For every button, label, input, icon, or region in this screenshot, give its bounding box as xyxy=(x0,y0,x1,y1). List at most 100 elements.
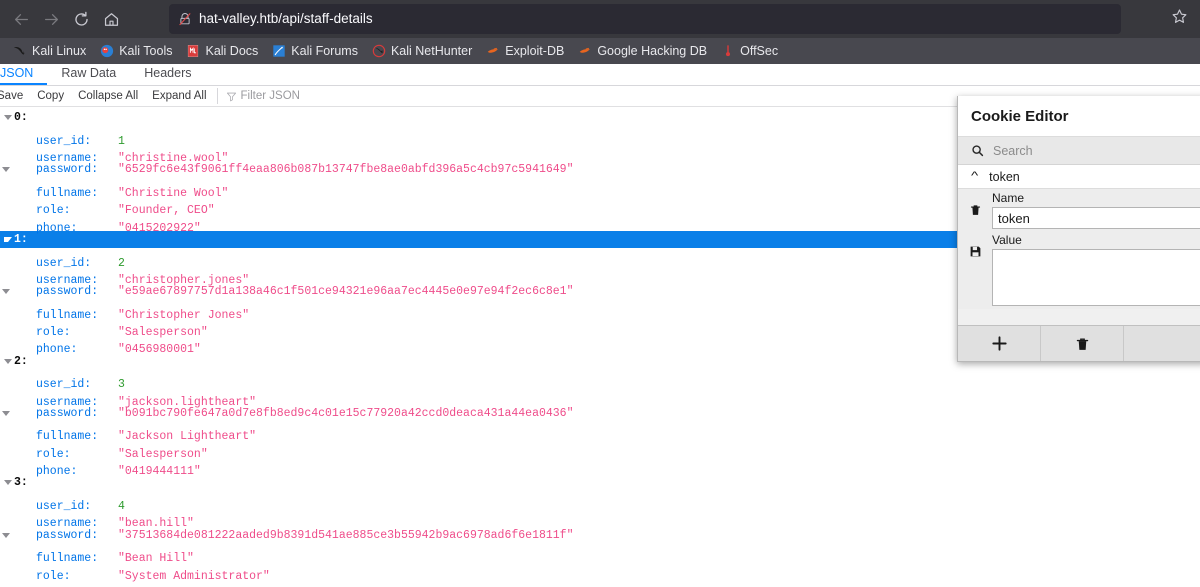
field-value: "Salesperson" xyxy=(118,447,208,461)
expander-placeholder xyxy=(0,439,12,456)
tab-label: Raw Data xyxy=(61,66,117,80)
field-key: phone: xyxy=(36,343,78,357)
tab-label: JSON xyxy=(0,66,34,80)
more-options-button[interactable] xyxy=(1124,326,1200,361)
field-key: fullname: xyxy=(36,186,99,200)
save-floppy-icon[interactable] xyxy=(969,245,982,258)
bookmark-offsec[interactable]: OffSec xyxy=(714,40,785,62)
expander-placeholder xyxy=(0,561,12,578)
triangle-down-icon[interactable] xyxy=(2,474,14,491)
bookmark-label: Kali Tools xyxy=(119,43,173,58)
field-value: "Bean Hill" xyxy=(118,552,194,566)
field-value: "0419444111" xyxy=(118,465,201,479)
chevron-up-icon[interactable]: ^ xyxy=(971,171,978,182)
field-value: "e59ae67897757d1a138a46c1f501ce94321e96a… xyxy=(118,285,574,299)
delete-all-cookies-button[interactable] xyxy=(1041,326,1124,361)
bookmark-exploit-db[interactable]: Exploit-DB xyxy=(479,40,571,62)
field-key: password: xyxy=(36,406,99,420)
json-field-row[interactable]: fullname: "Bean Hill" xyxy=(0,544,1200,565)
cookie-name-field-label: Name xyxy=(992,191,1025,205)
bookmark-label: OffSec xyxy=(740,43,779,58)
cookie-search-bar[interactable]: Search xyxy=(958,137,1200,165)
expander-placeholder xyxy=(0,266,12,283)
json-field-row[interactable]: username: "jackson.lightheart" xyxy=(0,387,1200,409)
forward-button[interactable] xyxy=(36,4,66,34)
field-value: "37513684de081222aaded9b8391d541ae885ce3… xyxy=(118,528,574,542)
field-key: phone: xyxy=(36,221,78,235)
collapse-all-button[interactable]: Collapse All xyxy=(71,86,145,106)
tab-json[interactable]: JSON xyxy=(0,64,48,85)
bookmark-kali-linux[interactable]: Kali Linux xyxy=(6,40,93,62)
triangle-down-icon[interactable] xyxy=(0,283,12,300)
cookie-list-item-token[interactable]: ^ token xyxy=(958,165,1200,189)
star-outline-icon xyxy=(1171,8,1188,30)
back-button[interactable] xyxy=(6,4,36,34)
field-value: "Jackson Lightheart" xyxy=(118,430,257,444)
bookmark-kali-forums[interactable]: Kali Forums xyxy=(265,40,365,62)
bookmark-label: Kali Docs xyxy=(205,43,259,58)
json-field-row[interactable]: fullname: "Jackson Lightheart" xyxy=(0,422,1200,443)
expander-placeholder xyxy=(0,179,12,196)
address-bar[interactable]: hat-valley.htb/api/staff-details xyxy=(169,4,1121,34)
tab-headers[interactable]: Headers xyxy=(130,64,205,85)
triangle-down-icon[interactable] xyxy=(0,405,12,422)
triangle-down-icon[interactable] xyxy=(0,161,12,178)
cookie-editor-header: Cookie Editor xyxy=(958,96,1200,137)
expander-placeholder xyxy=(0,248,12,265)
triangle-down-icon[interactable] xyxy=(2,109,14,126)
field-key: fullname: xyxy=(36,552,99,566)
browser-toolbar: hat-valley.htb/api/staff-details xyxy=(0,0,1200,38)
expander-placeholder xyxy=(0,370,12,387)
cookie-value-textarea[interactable] xyxy=(992,249,1200,306)
trash-icon xyxy=(1075,336,1090,352)
trash-icon[interactable] xyxy=(969,203,982,217)
field-value: "0456980001" xyxy=(118,343,201,357)
bookmark-google-hacking-db[interactable]: Google Hacking DB xyxy=(571,40,714,62)
triangle-down-icon[interactable] xyxy=(0,526,12,543)
expander-placeholder xyxy=(0,318,12,335)
cookie-search-input[interactable]: Search xyxy=(993,144,1033,158)
kali-forums-icon xyxy=(272,44,286,58)
bookmark-kali-docs[interactable]: Kali Docs xyxy=(179,40,265,62)
expand-all-button[interactable]: Expand All xyxy=(145,86,213,106)
field-key: role: xyxy=(36,569,71,583)
cookie-value-field-label: Value xyxy=(992,233,1022,247)
json-field-row[interactable]: user_id: 3 xyxy=(0,370,1200,391)
offsec-icon xyxy=(721,44,735,58)
array-index: 2: xyxy=(14,354,28,368)
field-key: user_id: xyxy=(36,499,92,513)
json-field-row[interactable]: username: "bean.hill" xyxy=(0,509,1200,530)
json-field-row[interactable]: password: "b091bc790fe647a0d7e8fb8ed9c4c… xyxy=(0,405,1200,422)
kali-docs-icon xyxy=(186,44,200,58)
home-button[interactable] xyxy=(96,4,126,34)
json-field-row[interactable]: user_id: 4 xyxy=(0,492,1200,513)
filter-json-container[interactable]: Filter JSON xyxy=(216,88,300,104)
add-cookie-button[interactable] xyxy=(958,326,1041,361)
field-value: "0415202922" xyxy=(118,221,201,235)
bookmark-kali-tools[interactable]: Kali Tools xyxy=(93,40,179,62)
json-viewer: JSON Raw Data Headers Save Copy Collapse… xyxy=(0,64,1200,587)
lock-crossed-out-icon[interactable] xyxy=(178,12,192,26)
json-field-row[interactable]: password: "37513684de081222aaded9b8391d5… xyxy=(0,526,1200,543)
tab-raw-data[interactable]: Raw Data xyxy=(47,64,130,85)
triangle-down-icon[interactable] xyxy=(2,352,14,369)
reload-button[interactable] xyxy=(66,4,96,34)
bookmark-star-button[interactable] xyxy=(1164,4,1194,34)
reload-icon xyxy=(73,11,90,28)
cookie-editor-footer xyxy=(958,325,1200,361)
arrow-right-icon xyxy=(43,11,60,28)
tab-label: Headers xyxy=(144,66,192,80)
triangle-down-icon[interactable] xyxy=(2,231,14,248)
save-button[interactable]: Save xyxy=(0,86,30,106)
field-key: fullname: xyxy=(36,430,99,444)
field-value: "Christopher Jones" xyxy=(118,308,250,322)
array-index: 1: xyxy=(14,232,28,246)
copy-button[interactable]: Copy xyxy=(30,86,71,106)
cookie-name-input[interactable] xyxy=(992,207,1200,229)
field-value: "6529fc6e43f9061ff4eaa806b087b13747fbe8a… xyxy=(118,163,574,177)
expander-placeholder xyxy=(0,509,12,526)
filter-json-input[interactable]: Filter JSON xyxy=(241,88,300,104)
bookmark-kali-nethunter[interactable]: Kali NetHunter xyxy=(365,40,479,62)
bookmark-label: Google Hacking DB xyxy=(597,43,708,58)
filter-icon xyxy=(226,91,237,102)
